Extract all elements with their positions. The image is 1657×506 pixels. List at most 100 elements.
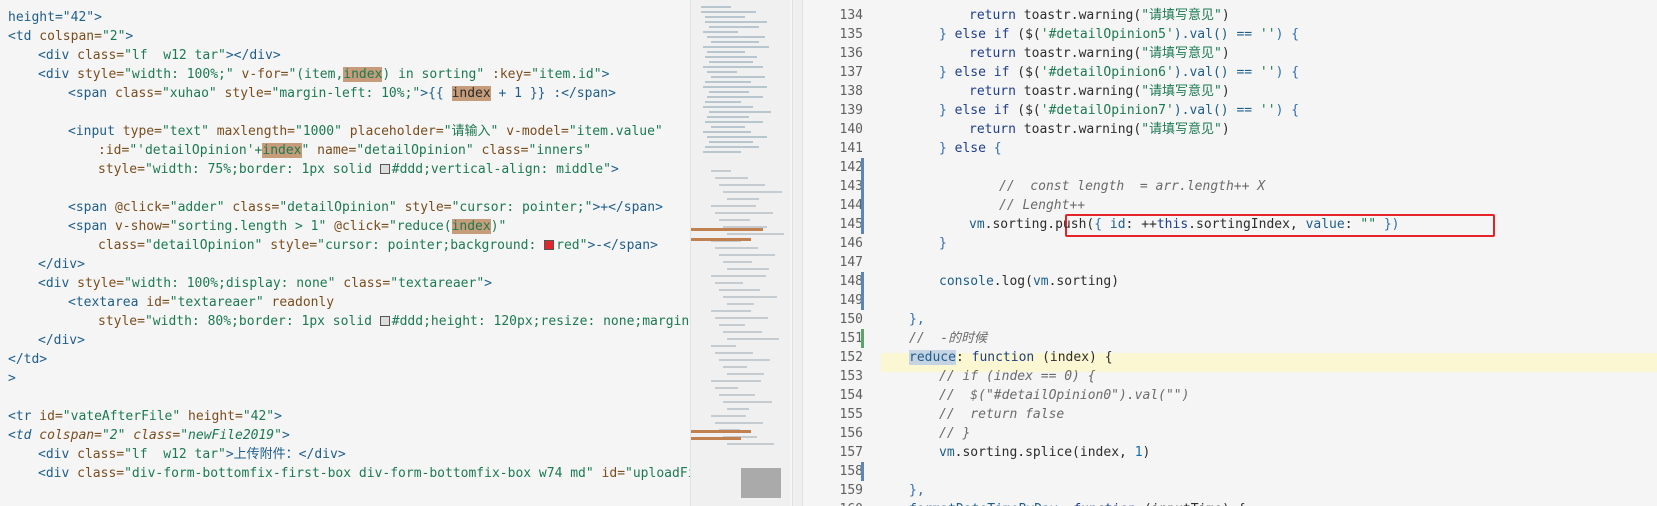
line-number: 160: [823, 500, 863, 506]
code-line[interactable]: console.log(vm.sorting): [939, 272, 1119, 291]
left-editor[interactable]: height="42"> <td colspan="2"> <div class…: [0, 0, 690, 506]
minimap-search-marker: [691, 430, 751, 433]
code-line[interactable]: :id="'detailOpinion'+index" name="detail…: [8, 141, 690, 160]
code-line[interactable]: </td>: [8, 350, 690, 369]
line-number: 139: [839, 103, 863, 118]
code-line[interactable]: <textarea id="textareaer" readonly: [8, 293, 690, 312]
code-line[interactable]: return toastr.warning("请填写意见"): [969, 44, 1230, 63]
code-line[interactable]: <span class="xuhao" style="margin-left: …: [8, 84, 690, 103]
minimap-row: [703, 86, 767, 88]
code-line[interactable]: height="42">: [8, 8, 690, 27]
code-line[interactable]: <span @click="adder" class="detailOpinio…: [8, 198, 690, 217]
color-swatch-icon[interactable]: [544, 240, 555, 250]
line-number: 157: [839, 445, 863, 460]
code-line[interactable]: reduce: function (index) {: [909, 348, 1113, 367]
code-line[interactable]: } else if ($('#detailOpinion7').val() ==…: [939, 101, 1299, 120]
minimap-row: [707, 36, 765, 38]
minimap-row: [719, 394, 755, 396]
line-number: 145: [839, 217, 863, 232]
minimap-row: [719, 219, 750, 221]
line-number: 158: [839, 464, 863, 479]
code-line[interactable]: <div style="width: 100%;" v-for="(item,i…: [8, 65, 690, 84]
gutter-change-marker: [861, 158, 864, 177]
code-line[interactable]: <input type="text" maxlength="1000" plac…: [8, 122, 690, 141]
line-number: 149: [839, 293, 863, 308]
code-line[interactable]: <tr id="vateAfterFile" height="42">: [8, 407, 690, 426]
minimap-row: [705, 16, 745, 18]
right-editor[interactable]: 134 135 136 137 138 139 140 141 142 143 144 145 146 1…: [802, 0, 1657, 506]
code-line[interactable]: </div>: [8, 331, 690, 350]
code-line[interactable]: class="detailOpinion" style="cursor: poi…: [8, 236, 690, 255]
line-number: 148: [839, 274, 863, 289]
code-line[interactable]: <div class="lf w12 tar"></div>: [8, 46, 690, 65]
line-number: 155: [839, 407, 863, 422]
code-line[interactable]: // const length = arr.length++ X: [999, 177, 1265, 196]
code-line[interactable]: <div style="width: 100%;display: none" c…: [8, 274, 690, 293]
code-line[interactable]: [8, 179, 690, 198]
minimap-row: [709, 141, 753, 143]
minimap-row: [705, 56, 757, 58]
minimap-row: [723, 296, 777, 298]
code-line[interactable]: <span v-show="sorting.length > 1" @click…: [8, 217, 690, 236]
minimap-row: [703, 151, 741, 153]
code-line[interactable]: [8, 388, 690, 407]
gutter-change-marker: [861, 329, 864, 348]
code-line[interactable]: } else {: [939, 139, 1002, 158]
code-line[interactable]: return toastr.warning("请填写意见"): [969, 120, 1230, 139]
code-line[interactable]: // $("#detailOpinion0").val(""): [939, 386, 1189, 405]
line-number-gutter[interactable]: 134 135 136 137 138 139 140 141 142 143 144 145 146 1…: [803, 0, 871, 506]
left-code-area[interactable]: height="42"> <td colspan="2"> <div class…: [8, 8, 690, 483]
code-line[interactable]: style="width: 80%;border: 1px solid #ddd…: [8, 312, 690, 331]
code-line[interactable]: // }: [939, 424, 970, 443]
code-line[interactable]: },: [909, 481, 925, 500]
minimap-row: [727, 198, 759, 200]
gutter-change-marker: [861, 196, 864, 215]
code-line[interactable]: // Lenght++: [999, 196, 1085, 215]
minimap-row: [711, 126, 745, 128]
code-line[interactable]: },: [909, 310, 925, 329]
code-line[interactable]: } else if ($('#detailOpinion6').val() ==…: [939, 63, 1299, 82]
code-line[interactable]: <td colspan="2">: [8, 27, 690, 46]
minimap-viewport-thumb[interactable]: [741, 468, 781, 498]
line-number: 154: [839, 388, 863, 403]
code-line[interactable]: }: [939, 234, 947, 253]
code-line[interactable]: // -的时候: [909, 329, 987, 348]
code-line[interactable]: vm.sorting.push({ id: ++this.sortingInde…: [969, 215, 1400, 234]
search-match-highlight: index: [451, 86, 491, 101]
code-line[interactable]: >: [8, 369, 690, 388]
minimap-row: [727, 233, 784, 235]
minimap-row: [709, 111, 771, 113]
code-line[interactable]: <div class="lf w12 tar">上传附件：</div>: [8, 445, 690, 464]
line-number: 143: [839, 179, 863, 194]
line-number: 137: [839, 65, 863, 80]
minimap-row: [719, 184, 765, 186]
minimap-row: [723, 331, 762, 333]
minimap-row: [719, 359, 770, 361]
minimap-row: [707, 136, 767, 138]
minimap-row: [715, 317, 768, 319]
code-line[interactable]: return toastr.warning("请填写意见"): [969, 6, 1230, 25]
code-line[interactable]: // return false: [939, 405, 1064, 424]
code-line[interactable]: <td colspan="2" class="newFile2019">: [8, 426, 690, 445]
minimap-row: [715, 212, 773, 214]
code-line[interactable]: <div class="div-form-bottomfix-first-box…: [8, 464, 690, 483]
minimap-row: [711, 310, 751, 312]
minimap-row: [705, 21, 767, 23]
minimap[interactable]: [690, 0, 790, 506]
minimap-row: [703, 31, 738, 33]
color-swatch-icon[interactable]: [379, 316, 390, 326]
code-line[interactable]: return toastr.warning("请填写意见"): [969, 82, 1230, 101]
color-swatch-icon[interactable]: [379, 164, 390, 174]
code-line[interactable]: </div>: [8, 255, 690, 274]
minimap-row: [707, 71, 737, 73]
code-line[interactable]: style="width: 75%;border: 1px solid #ddd…: [8, 160, 690, 179]
code-line[interactable]: formatDateTimeByDay: function (inputTime…: [909, 500, 1246, 506]
code-line[interactable]: vm.sorting.splice(index, 1): [939, 443, 1150, 462]
code-line[interactable]: [8, 103, 690, 122]
code-line[interactable]: } else if ($('#detailOpinion5').val() ==…: [939, 25, 1299, 44]
vertical-scrollbar[interactable]: [792, 0, 802, 506]
line-number: 156: [839, 426, 863, 441]
minimap-row: [715, 247, 758, 249]
line-number: 135: [839, 27, 863, 42]
code-line[interactable]: // if (index == 0) {: [939, 367, 1096, 386]
